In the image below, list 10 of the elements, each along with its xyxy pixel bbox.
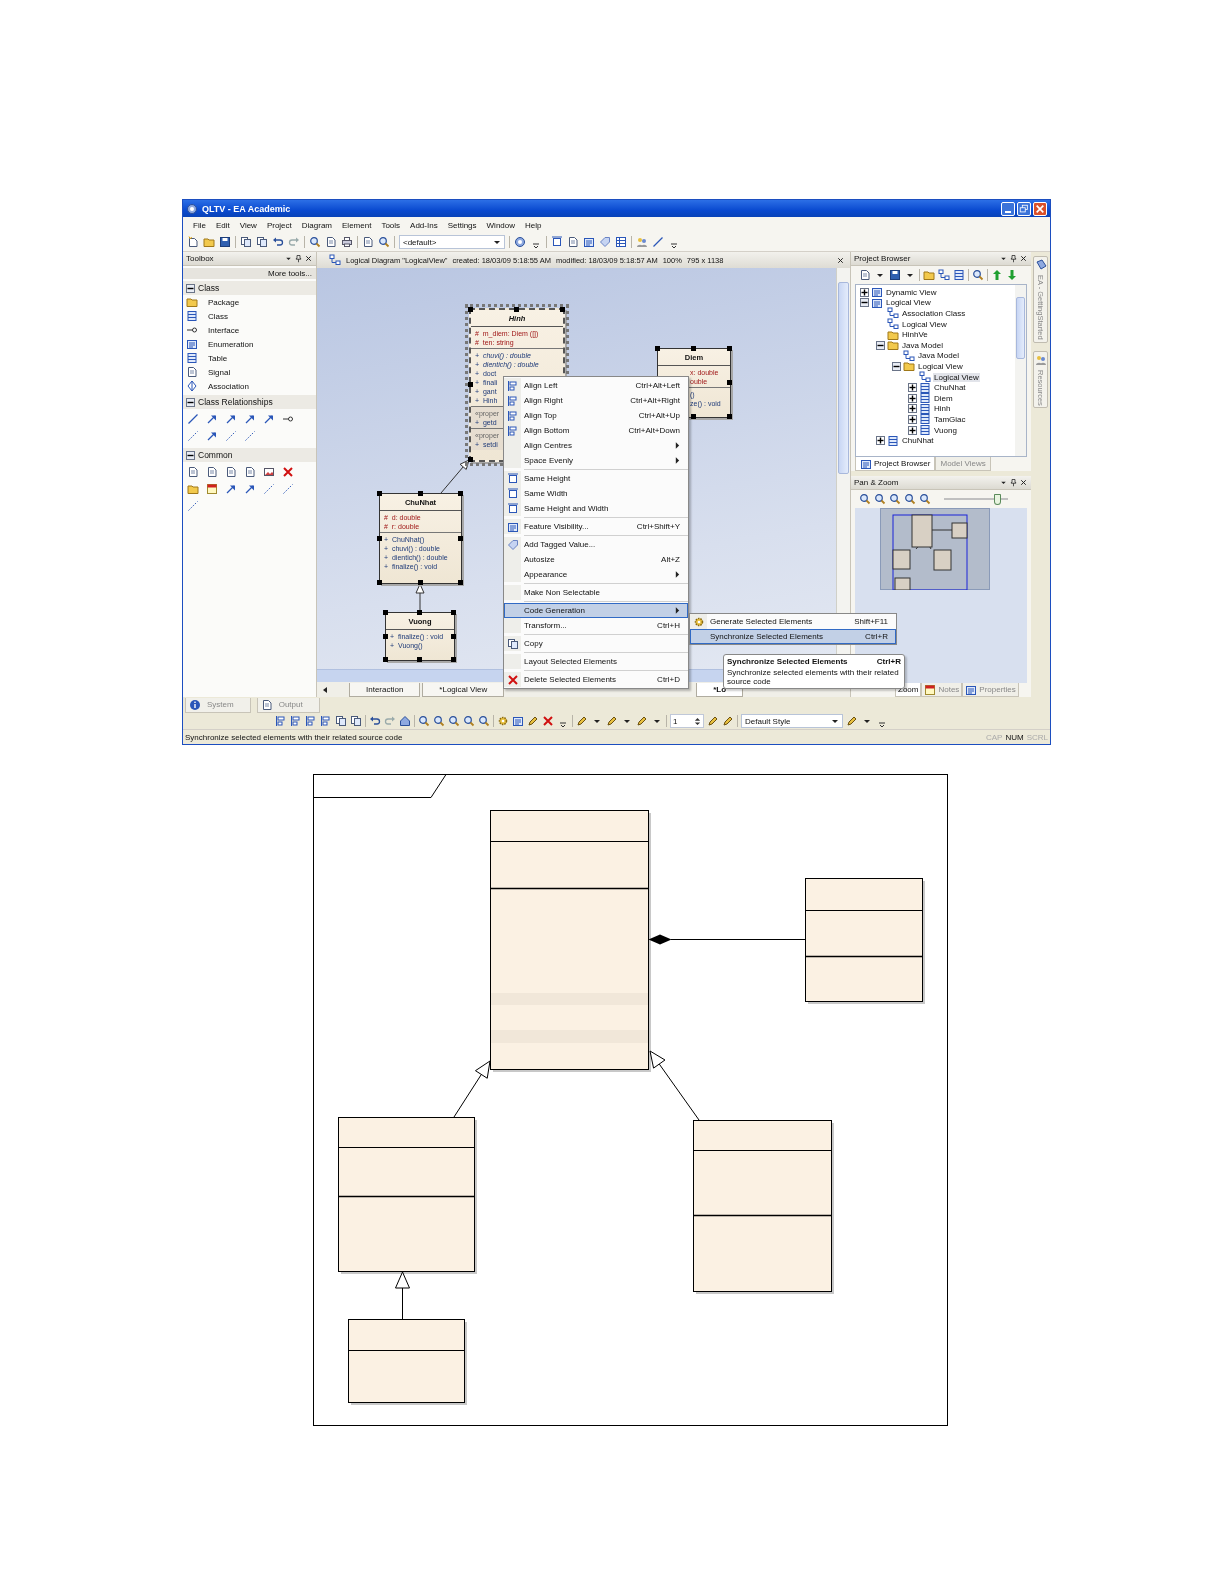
status-indicator: CAP	[986, 732, 1003, 742]
status-indicator: NUM	[1005, 732, 1024, 742]
tooltip-text: Synchronize selected elements with their related source code	[727, 668, 900, 686]
status-message: Synchronize selected elements with their related source code	[185, 732, 403, 742]
tooltip-title: Synchronize Selected Elements	[727, 657, 848, 666]
window-title: QLTV - EA Academic	[202, 203, 291, 214]
shortcut-label: Ctrl+R	[876, 657, 901, 666]
pane-title: Pan & Zoom	[854, 478, 899, 487]
pane-title: Project Browser	[854, 254, 911, 263]
pane-title: Toolbox	[186, 254, 214, 263]
